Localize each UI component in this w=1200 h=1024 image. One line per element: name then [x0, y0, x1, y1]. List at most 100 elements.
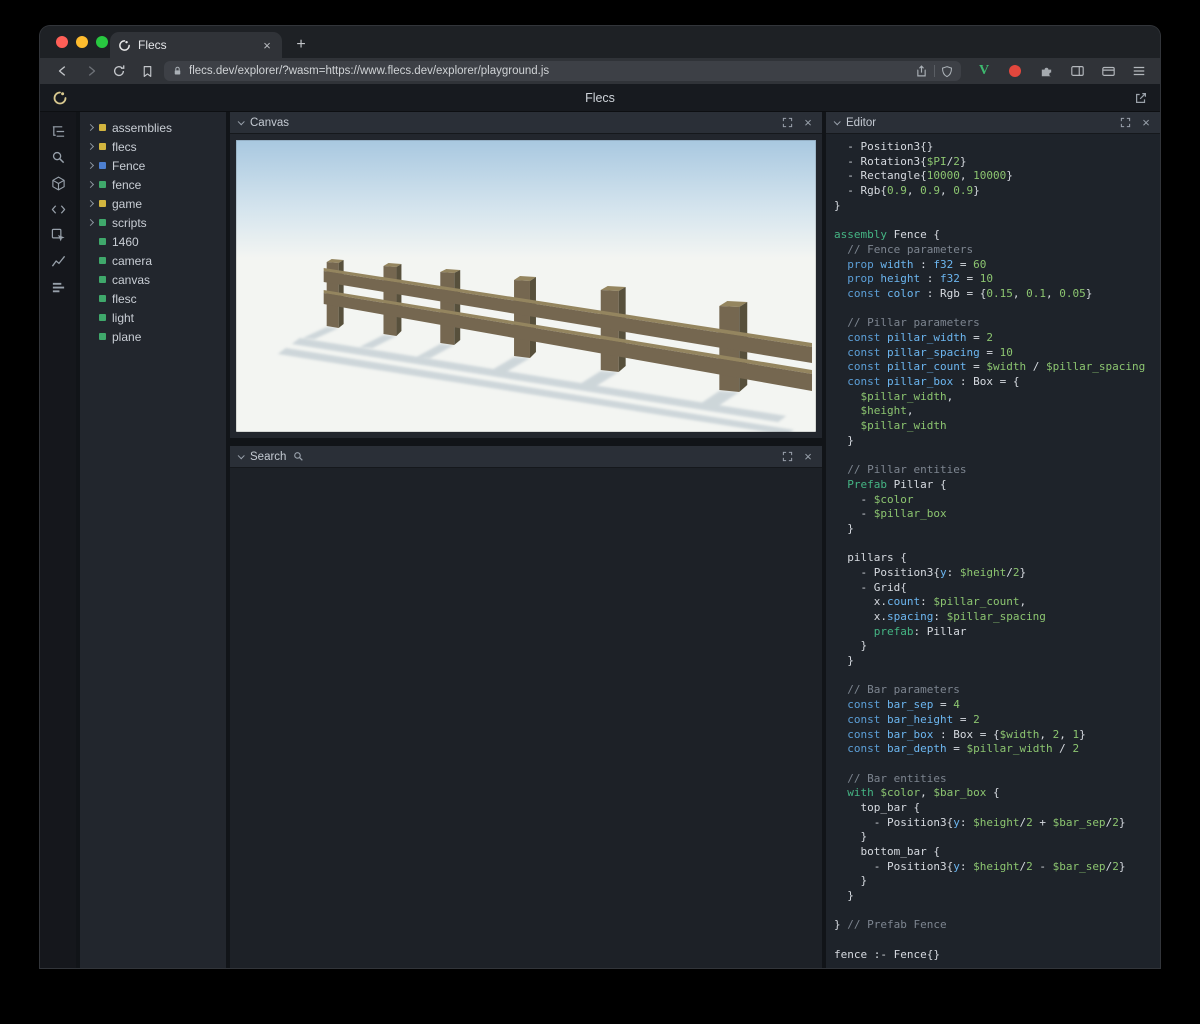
expand-chevron-icon[interactable]	[87, 219, 94, 226]
expand-chevron-icon[interactable]	[87, 124, 94, 131]
tree-item[interactable]: fence	[80, 175, 226, 194]
entities-tool-button[interactable]	[40, 170, 76, 196]
code-token: pillar_box	[880, 375, 953, 388]
share-button[interactable]	[915, 64, 928, 78]
wallet-button[interactable]	[1099, 62, 1117, 80]
code-token: :	[960, 816, 973, 829]
expand-chevron-icon[interactable]	[87, 200, 94, 207]
expand-chevron-icon[interactable]	[87, 181, 94, 188]
menu-button[interactable]	[1130, 62, 1148, 80]
tree-item[interactable]: scripts	[80, 213, 226, 232]
close-window-button[interactable]	[56, 36, 68, 48]
stats-tool-button[interactable]	[40, 274, 76, 300]
code-token: x.	[834, 610, 887, 623]
code-token: - Position3{	[834, 566, 940, 579]
tree-item[interactable]: canvas	[80, 270, 226, 289]
code-editor[interactable]: - Position3{} - Rotation3{$PI/2} - Recta…	[826, 134, 1160, 968]
canvas-panel: Canvas ×	[230, 112, 822, 438]
code-token: }	[1079, 728, 1086, 741]
tree-item[interactable]: camera	[80, 251, 226, 270]
entity-color-swatch	[99, 219, 106, 226]
tree-item[interactable]: game	[80, 194, 226, 213]
code-token: $height	[834, 404, 907, 417]
tree-item[interactable]: plane	[80, 327, 226, 346]
sidebar-toggle-button[interactable]	[1068, 62, 1086, 80]
forward-icon	[84, 64, 98, 78]
code-token: ,	[947, 390, 954, 403]
entity-color-swatch	[99, 257, 106, 264]
tree-item[interactable]: light	[80, 308, 226, 327]
code-token: =	[980, 346, 1000, 359]
expand-panel-button[interactable]	[780, 451, 795, 462]
tab-strip: Flecs × +	[40, 26, 1160, 58]
code-line: prop width : f32 = 60	[834, 258, 1160, 273]
new-tab-button[interactable]: +	[288, 32, 314, 58]
code-token: 10	[980, 272, 993, 285]
v-extension-icon[interactable]: V	[975, 62, 993, 80]
tree-item-label: light	[112, 311, 134, 325]
code-line	[834, 302, 1160, 317]
code-token: - Rotation3{	[834, 155, 927, 168]
shield-icon	[941, 65, 953, 78]
back-button[interactable]	[52, 61, 74, 81]
code-token: }	[834, 918, 847, 931]
code-token: }	[834, 654, 854, 667]
code-token: : Box = {	[953, 375, 1019, 388]
tree-item[interactable]: assemblies	[80, 118, 226, 137]
tree-item-label: canvas	[112, 273, 150, 287]
close-panel-button[interactable]: ×	[1140, 116, 1152, 129]
code-line: prop height : f32 = 10	[834, 272, 1160, 287]
bookmark-button[interactable]	[136, 61, 158, 81]
expand-chevron-icon[interactable]	[87, 162, 94, 169]
browser-tab[interactable]: Flecs ×	[110, 32, 282, 58]
3d-viewport[interactable]	[236, 140, 816, 432]
code-token: Fence {	[887, 228, 940, 241]
expand-chevron-icon[interactable]	[87, 143, 94, 150]
search-panel-header: Search ×	[230, 446, 822, 468]
search-tool-button[interactable]	[40, 144, 76, 170]
collapse-chevron-icon[interactable]	[834, 118, 841, 125]
minimize-window-button[interactable]	[76, 36, 88, 48]
zoom-window-button[interactable]	[96, 36, 108, 48]
collapse-chevron-icon[interactable]	[238, 452, 245, 459]
code-line: // Pillar entities	[834, 463, 1160, 478]
close-panel-button[interactable]: ×	[802, 116, 814, 129]
outline-tool-button[interactable]	[40, 118, 76, 144]
shield-button[interactable]	[941, 65, 953, 78]
code-token: $pillar_width	[834, 419, 947, 432]
record-extension-button[interactable]	[1006, 62, 1024, 80]
extensions-button[interactable]	[1037, 62, 1055, 80]
code-tool-button[interactable]	[40, 196, 76, 222]
tab-close-icon[interactable]: ×	[260, 38, 274, 53]
code-token: }	[834, 830, 867, 843]
code-token: ,	[1046, 287, 1059, 300]
tree-item[interactable]: Fence	[80, 156, 226, 175]
tree-item[interactable]: 1460	[80, 232, 226, 251]
url-bar[interactable]: flecs.dev/explorer/?wasm=https://www.fle…	[164, 61, 961, 81]
tree-item[interactable]: flesc	[80, 289, 226, 308]
chart-tool-button[interactable]	[40, 248, 76, 274]
forward-button[interactable]	[80, 61, 102, 81]
code-token: }	[834, 874, 867, 887]
expand-panel-button[interactable]	[1118, 117, 1133, 128]
inspect-tool-button[interactable]	[40, 222, 76, 248]
expand-icon	[782, 451, 793, 462]
code-token: $height	[973, 860, 1019, 873]
record-icon	[1009, 65, 1021, 77]
reload-button[interactable]	[108, 61, 130, 81]
menu-icon	[1132, 64, 1146, 78]
code-line: }	[834, 639, 1160, 654]
tree-item[interactable]: flecs	[80, 137, 226, 156]
code-line: top_bar {	[834, 801, 1160, 816]
code-token: ,	[1059, 728, 1072, 741]
code-line	[834, 669, 1160, 684]
code-token: 10000	[973, 169, 1006, 182]
search-panel-body	[230, 468, 822, 968]
close-panel-button[interactable]: ×	[802, 450, 814, 463]
code-line: x.count: $pillar_count,	[834, 595, 1160, 610]
code-line: const bar_height = 2	[834, 713, 1160, 728]
share-link-button[interactable]	[1134, 91, 1148, 105]
collapse-chevron-icon[interactable]	[238, 118, 245, 125]
expand-panel-button[interactable]	[780, 117, 795, 128]
tab-favicon	[118, 39, 131, 52]
